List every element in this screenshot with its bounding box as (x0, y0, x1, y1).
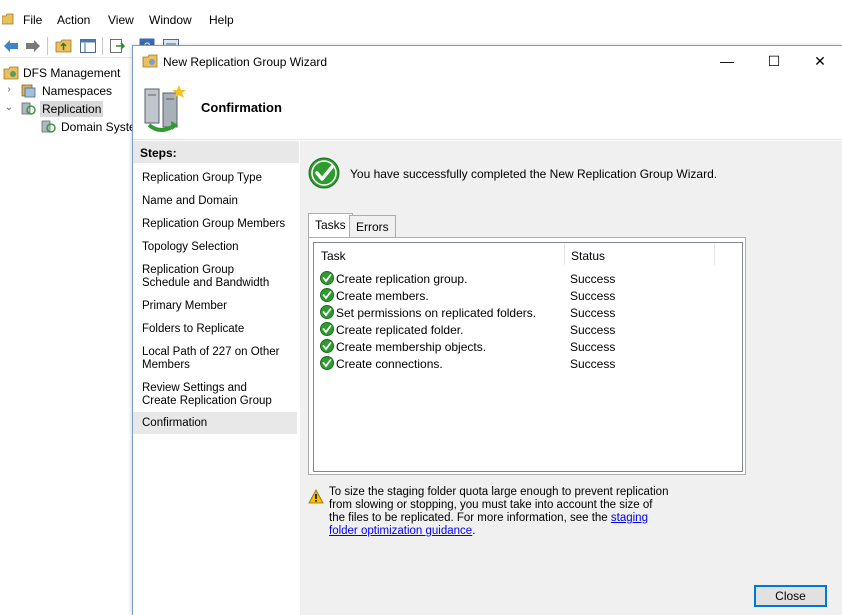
task-name: Set permissions on replicated folders. (336, 306, 537, 320)
task-status: Success (570, 272, 616, 286)
task-row[interactable]: Create replication group. Success (314, 270, 742, 287)
column-header-status[interactable]: Status (571, 249, 605, 263)
step-item: Name and Domain (142, 195, 238, 207)
success-check-icon (320, 271, 334, 285)
close-button[interactable]: Close (754, 585, 827, 607)
success-check-icon (320, 339, 334, 353)
up-folder-icon[interactable] (55, 37, 73, 55)
step-item: Replication Group Schedule and Bandwidth (142, 264, 270, 289)
close-icon[interactable]: ✕ (797, 46, 842, 77)
tasks-list[interactable]: Task Status Create replication group. Suc… (313, 242, 743, 472)
menu-action[interactable]: Action (57, 13, 90, 27)
replication-icon (21, 102, 36, 115)
staging-warning: To size the staging folder quota large e… (329, 486, 669, 538)
export-list-icon[interactable] (108, 37, 126, 55)
step-item-current: Confirmation (133, 412, 297, 434)
tab-tasks[interactable]: Tasks (308, 213, 353, 237)
wizard-title-icon (142, 54, 158, 68)
task-row[interactable]: Create connections. Success (314, 355, 742, 372)
step-item: Local Path of 227 on Other Members (142, 346, 280, 371)
dfs-management-icon (3, 66, 19, 80)
success-check-icon (320, 305, 334, 319)
tree-label: Namespaces (42, 84, 113, 98)
task-name: Create membership objects. (336, 340, 487, 354)
tree-label: Domain System (61, 120, 133, 134)
wizard-dialog: New Replication Group Wizard — ☐ ✕ Confi… (132, 45, 842, 615)
task-name: Create members. (336, 289, 429, 303)
task-status: Success (570, 306, 616, 320)
task-row[interactable]: Create membership objects. Success (314, 338, 742, 355)
maximize-icon[interactable]: ☐ (751, 46, 797, 77)
list-header: Task Status (314, 243, 742, 265)
success-check-icon (320, 322, 334, 336)
column-header-task[interactable]: Task (321, 249, 346, 263)
task-row[interactable]: Set permissions on replicated folders. Su… (314, 304, 742, 321)
wizard-titlebar[interactable]: New Replication Group Wizard — ☐ ✕ (133, 46, 842, 77)
step-item: Replication Group Type (142, 172, 262, 184)
forward-arrow-icon[interactable] (24, 37, 42, 55)
task-row[interactable]: Create members. Success (314, 287, 742, 304)
success-message: You have successfully completed the New … (350, 167, 718, 181)
toolbar-separator (102, 37, 103, 55)
tasks-panel: Task Status Create replication group. Suc… (308, 237, 746, 475)
warning-icon (308, 489, 324, 504)
menu-file[interactable]: File (23, 13, 42, 27)
back-arrow-icon[interactable] (2, 37, 20, 55)
toolbar-separator (47, 37, 48, 55)
task-name: Create replicated folder. (336, 323, 464, 337)
steps-pane: Steps: Replication Group Type Name and D… (133, 141, 299, 615)
content-pane: You have successfully completed the New … (300, 141, 842, 615)
success-check-icon (308, 157, 340, 189)
step-item: Review Settings and Create Replication G… (142, 382, 272, 407)
step-item: Topology Selection (142, 241, 239, 253)
task-row[interactable]: Create replicated folder. Success (314, 321, 742, 338)
column-divider[interactable] (714, 243, 715, 265)
task-status: Success (570, 357, 616, 371)
task-status: Success (570, 289, 616, 303)
step-item: Replication Group Members (142, 218, 286, 230)
task-name: Create replication group. (336, 272, 468, 286)
replication-group-icon (41, 120, 56, 133)
expand-chevron-icon[interactable]: › (4, 85, 14, 95)
page-title: Confirmation (201, 100, 282, 115)
wizard-header: Confirmation (133, 77, 842, 140)
step-item: Folders to Replicate (142, 323, 245, 335)
menu-window[interactable]: Window (149, 13, 192, 27)
menu-view[interactable]: View (108, 13, 134, 27)
minimize-icon[interactable]: — (704, 46, 750, 77)
task-status: Success (570, 323, 616, 337)
replication-wizard-icon (144, 85, 186, 132)
task-name: Create connections. (336, 357, 443, 371)
column-divider[interactable] (564, 243, 565, 265)
task-status: Success (570, 340, 616, 354)
warning-suffix: . (472, 525, 476, 537)
menubar: File Action View Window Help (0, 6, 842, 34)
success-check-icon (320, 356, 334, 370)
success-check-icon (320, 288, 334, 302)
step-item: Primary Member (142, 300, 227, 312)
folder-icon (2, 13, 14, 25)
wizard-title: New Replication Group Wizard (163, 55, 328, 69)
steps-heading: Steps: (133, 141, 299, 163)
namespaces-icon (21, 84, 36, 98)
show-hide-tree-icon[interactable] (79, 37, 97, 55)
tree-label: Replication (40, 101, 104, 117)
collapse-chevron-icon[interactable]: ⌄ (4, 103, 14, 113)
tab-errors[interactable]: Errors (349, 215, 396, 237)
tree-label: DFS Management (23, 66, 121, 80)
menu-help[interactable]: Help (209, 13, 234, 27)
console-tree: DFS Management › Namespaces ⌄ Replicatio… (0, 58, 133, 615)
